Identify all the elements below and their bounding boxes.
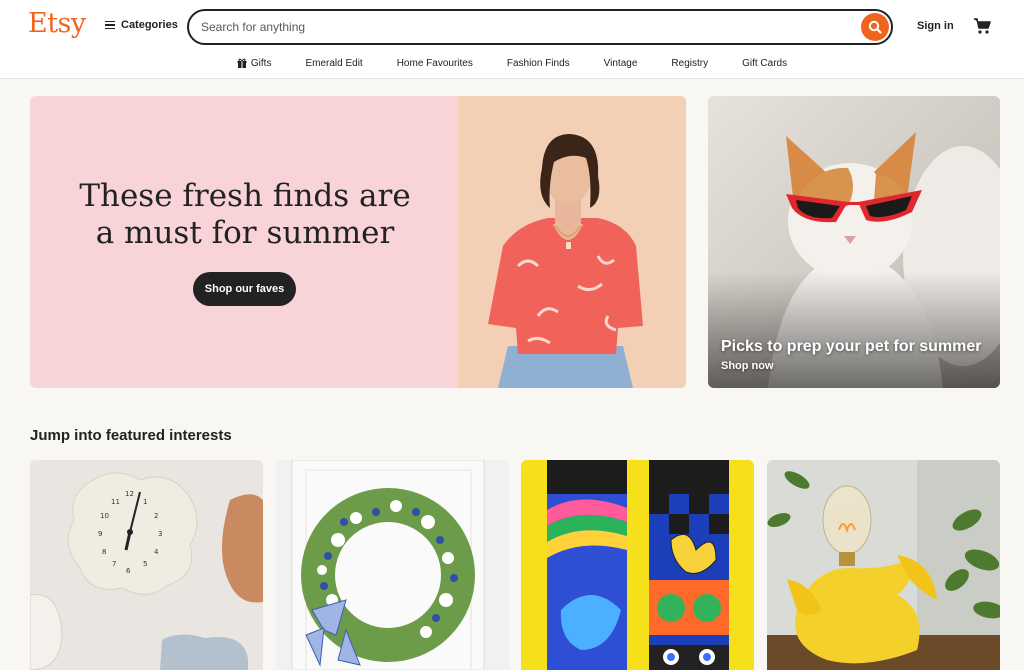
hero-headline-line: These fresh finds are	[79, 178, 411, 214]
search-icon	[868, 20, 882, 34]
svg-text:3: 3	[158, 530, 162, 538]
svg-text:7: 7	[112, 560, 116, 568]
site-header: Etsy Categories Sign in Gift	[0, 0, 1024, 79]
cart-icon	[974, 18, 991, 34]
nav-item-fashion-finds[interactable]: Fashion Finds	[490, 53, 587, 73]
category-nav: Gifts Emerald Edit Home Favourites Fashi…	[0, 53, 1024, 73]
svg-text:1: 1	[143, 498, 147, 506]
nav-item-registry[interactable]: Registry	[654, 53, 725, 73]
featured-card-banana-lamp[interactable]	[767, 460, 1000, 670]
nav-item-gifts[interactable]: Gifts	[220, 53, 289, 73]
shop-our-faves-button[interactable]: Shop our faves	[193, 272, 296, 306]
hero-banner: These fresh finds are a must for summer …	[30, 96, 686, 388]
menu-icon	[105, 20, 115, 30]
search-button[interactable]	[861, 13, 889, 41]
pet-promo-card[interactable]: Picks to prep your pet for summer Shop n…	[708, 96, 1000, 388]
nav-item-gift-cards[interactable]: Gift Cards	[725, 53, 804, 73]
etsy-logo[interactable]: Etsy	[28, 8, 86, 39]
featured-interests-heading: Jump into featured interests	[30, 427, 232, 444]
shop-now-link[interactable]: Shop now	[721, 360, 774, 372]
hero-headline-line: a must for summer	[95, 215, 395, 251]
categories-button[interactable]: Categories	[105, 19, 178, 31]
nav-label: Gifts	[250, 57, 272, 69]
featured-card-socks[interactable]	[521, 460, 754, 670]
search-bar	[187, 9, 893, 45]
featured-card-wreath[interactable]	[276, 460, 509, 670]
search-input[interactable]	[201, 18, 841, 36]
categories-label: Categories	[121, 19, 178, 31]
pet-promo-title: Picks to prep your pet for summer	[721, 338, 982, 355]
featured-card-wall-clocks[interactable]: 11 12 1 2 3 4 5 6 7 8 9 10	[30, 460, 263, 670]
cart-button[interactable]	[973, 17, 991, 40]
svg-text:6: 6	[126, 567, 131, 575]
nav-item-emerald-edit[interactable]: Emerald Edit	[288, 53, 379, 73]
hero-headline: These fresh finds are a must for summer	[70, 178, 420, 252]
svg-text:8: 8	[102, 548, 106, 556]
svg-text:9: 9	[98, 530, 102, 538]
gift-icon	[237, 58, 247, 68]
svg-text:2: 2	[154, 512, 158, 520]
nav-item-home-favourites[interactable]: Home Favourites	[380, 53, 490, 73]
svg-text:5: 5	[143, 560, 147, 568]
svg-text:4: 4	[154, 548, 159, 556]
hero-model-photo[interactable]	[458, 96, 686, 388]
sign-in-link[interactable]: Sign in	[917, 20, 954, 32]
svg-text:10: 10	[100, 512, 109, 520]
nav-item-vintage[interactable]: Vintage	[587, 53, 655, 73]
svg-text:11: 11	[111, 498, 120, 506]
svg-text:12: 12	[125, 490, 134, 498]
